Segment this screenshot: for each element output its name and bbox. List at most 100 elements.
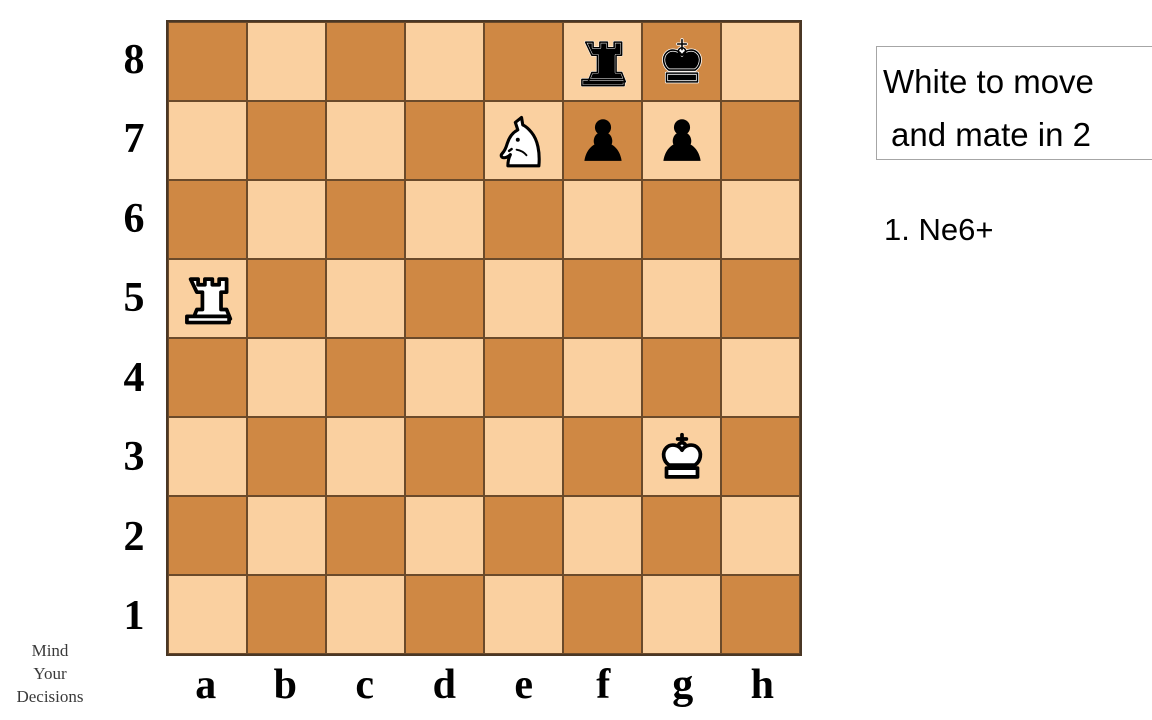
board-square-g3[interactable] (642, 417, 721, 496)
board-square-d2[interactable] (405, 496, 484, 575)
board-square-g4[interactable] (642, 338, 721, 417)
board-square-e2[interactable] (484, 496, 563, 575)
board-square-g5[interactable] (642, 259, 721, 338)
board-square-f4[interactable] (563, 338, 642, 417)
board-square-h7[interactable] (721, 101, 800, 180)
board-square-h3[interactable] (721, 417, 800, 496)
board-square-g1[interactable] (642, 575, 721, 654)
board-square-h8[interactable] (721, 22, 800, 101)
board-square-e7[interactable] (484, 101, 563, 180)
board-square-e8[interactable] (484, 22, 563, 101)
board-square-d6[interactable] (405, 180, 484, 259)
board-square-d4[interactable] (405, 338, 484, 417)
board-square-g6[interactable] (642, 180, 721, 259)
watermark-line-2: Your (33, 663, 67, 683)
board-square-a7[interactable] (168, 101, 247, 180)
puzzle-prompt-box: White to move and mate in 2 (876, 46, 1152, 160)
board-square-a2[interactable] (168, 496, 247, 575)
board-square-c6[interactable] (326, 180, 405, 259)
puzzle-prompt-line-1: White to move (883, 63, 1094, 100)
board-square-b3[interactable] (247, 417, 326, 496)
board-square-c1[interactable] (326, 575, 405, 654)
board-square-h6[interactable] (721, 180, 800, 259)
black-pawn-icon[interactable] (643, 102, 720, 179)
board-square-a1[interactable] (168, 575, 247, 654)
file-label: e (514, 662, 534, 708)
white-knight-icon[interactable] (485, 102, 562, 179)
board-square-h5[interactable] (721, 259, 800, 338)
black-pawn-icon[interactable] (564, 102, 641, 179)
rank-label: 7 (123, 116, 145, 163)
file-label: h (750, 662, 774, 708)
board-square-b8[interactable] (247, 22, 326, 101)
board-square-f6[interactable] (563, 180, 642, 259)
rank-coordinate-labels: 8 7 6 5 4 3 2 1 (106, 20, 162, 656)
file-coordinate-labels: a b c d e f g h (166, 656, 802, 714)
board-square-d7[interactable] (405, 101, 484, 180)
board-square-h1[interactable] (721, 575, 800, 654)
file-label: f (596, 662, 611, 708)
board-square-d5[interactable] (405, 259, 484, 338)
board-square-a5[interactable] (168, 259, 247, 338)
board-square-a8[interactable] (168, 22, 247, 101)
board-square-a3[interactable] (168, 417, 247, 496)
board-square-h2[interactable] (721, 496, 800, 575)
file-label: c (355, 662, 375, 708)
file-label: a (195, 662, 217, 708)
watermark: Mind Your Decisions (0, 640, 100, 709)
board-square-b1[interactable] (247, 575, 326, 654)
white-rook-icon[interactable] (169, 260, 246, 337)
file-label: b (273, 662, 297, 708)
chessboard[interactable] (166, 20, 802, 656)
board-square-c7[interactable] (326, 101, 405, 180)
board-square-b7[interactable] (247, 101, 326, 180)
rank-label: 4 (123, 354, 145, 401)
solution-move-text: 1. Ne6+ (884, 212, 994, 247)
rank-label: 3 (123, 434, 145, 481)
watermark-line-3: Decisions (16, 686, 84, 706)
rank-label: 2 (123, 513, 145, 560)
board-square-c4[interactable] (326, 338, 405, 417)
board-square-e6[interactable] (484, 180, 563, 259)
board-square-h4[interactable] (721, 338, 800, 417)
board-square-b5[interactable] (247, 259, 326, 338)
rank-label: 5 (123, 275, 145, 322)
watermark-line-1: Mind (31, 641, 69, 660)
board-square-b2[interactable] (247, 496, 326, 575)
board-square-c2[interactable] (326, 496, 405, 575)
board-square-d1[interactable] (405, 575, 484, 654)
black-rook-icon[interactable] (564, 23, 641, 100)
board-square-c3[interactable] (326, 417, 405, 496)
board-square-d3[interactable] (405, 417, 484, 496)
board-square-f5[interactable] (563, 259, 642, 338)
board-square-g2[interactable] (642, 496, 721, 575)
board-square-c5[interactable] (326, 259, 405, 338)
board-square-f1[interactable] (563, 575, 642, 654)
board-square-g8[interactable] (642, 22, 721, 101)
black-king-icon[interactable] (643, 23, 720, 100)
chess-board-area: 8 7 6 5 4 3 2 1 a b c d e f g h Mind You… (0, 0, 830, 720)
board-square-f8[interactable] (563, 22, 642, 101)
rank-label: 6 (123, 195, 145, 242)
board-square-a4[interactable] (168, 338, 247, 417)
board-square-b6[interactable] (247, 180, 326, 259)
side-panel: White to move and mate in 2 1. Ne6+ (830, 0, 1152, 720)
board-square-e3[interactable] (484, 417, 563, 496)
board-square-d8[interactable] (405, 22, 484, 101)
file-label: g (672, 662, 694, 708)
board-square-e5[interactable] (484, 259, 563, 338)
white-king-icon[interactable] (643, 418, 720, 495)
file-label: d (432, 662, 456, 708)
puzzle-prompt-line-2: and mate in 2 (891, 116, 1091, 154)
board-square-f7[interactable] (563, 101, 642, 180)
board-square-g7[interactable] (642, 101, 721, 180)
rank-label: 1 (123, 593, 145, 640)
board-square-e4[interactable] (484, 338, 563, 417)
board-square-c8[interactable] (326, 22, 405, 101)
board-square-a6[interactable] (168, 180, 247, 259)
board-square-e1[interactable] (484, 575, 563, 654)
board-square-b4[interactable] (247, 338, 326, 417)
rank-label: 8 (123, 36, 145, 83)
board-square-f3[interactable] (563, 417, 642, 496)
board-square-f2[interactable] (563, 496, 642, 575)
